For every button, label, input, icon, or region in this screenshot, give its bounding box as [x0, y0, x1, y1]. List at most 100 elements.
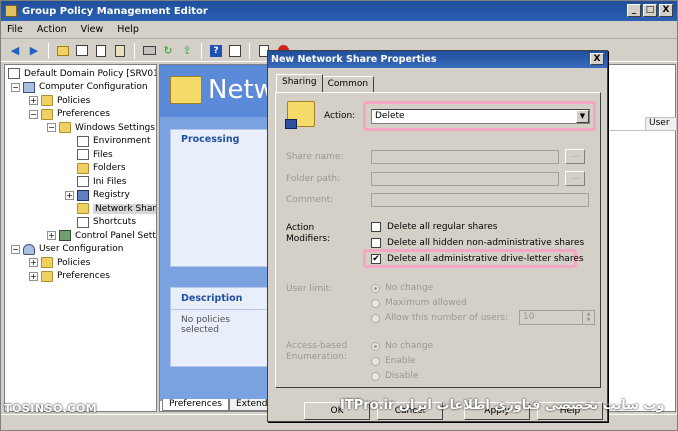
chevron-down-icon[interactable]: ▼: [576, 110, 589, 123]
show-hide-tree-icon[interactable]: [74, 43, 90, 59]
maximize-button[interactable]: □: [643, 4, 657, 17]
delete-hidden-shares-checkbox[interactable]: [371, 238, 381, 248]
registry-icon: [77, 189, 89, 201]
title-bar: Group Policy Management Editor _ □ X: [1, 1, 677, 21]
tree-item-windows-settings[interactable]: − Windows Settings: [5, 121, 156, 135]
column-header-user[interactable]: User: [645, 117, 677, 131]
expand-icon[interactable]: +: [29, 271, 38, 281]
back-icon[interactable]: ◀: [7, 43, 23, 59]
abe-enable[interactable]: Enable: [371, 356, 416, 366]
menu-bar: File Action View Help: [1, 21, 677, 39]
tree-item-user-preferences[interactable]: + Preferences: [5, 270, 156, 284]
paste-icon[interactable]: [112, 43, 128, 59]
user-icon: [23, 243, 35, 255]
action-label: Action:: [324, 111, 356, 121]
user-limit-no-change[interactable]: No change: [371, 283, 433, 293]
help-icon[interactable]: ?: [208, 43, 224, 59]
shortcut-icon: [77, 216, 89, 228]
collapse-icon[interactable]: −: [47, 123, 56, 133]
share-name-label: Share name:: [286, 152, 344, 162]
user-count-spinner[interactable]: 10 ▲ ▼: [519, 310, 595, 325]
action-select[interactable]: Delete ▼: [371, 109, 590, 124]
comment-label: Comment:: [286, 195, 334, 205]
radio-icon[interactable]: [371, 371, 380, 381]
menu-file[interactable]: File: [7, 24, 23, 35]
user-limit-maximum-allowed[interactable]: Maximum allowed: [371, 298, 467, 308]
collapse-icon[interactable]: −: [29, 109, 38, 119]
network-share-properties-dialog: New Network Share Properties X Sharing C…: [267, 50, 608, 422]
spinner-arrows-icon[interactable]: ▲ ▼: [582, 311, 594, 324]
radio-icon[interactable]: [371, 341, 380, 351]
dialog-title-bar: New Network Share Properties X: [268, 51, 607, 68]
environment-icon: [77, 135, 89, 147]
dialog-tabs: Sharing Common: [276, 74, 375, 92]
no-policies-text: No policies selected: [181, 315, 230, 335]
collapse-icon[interactable]: −: [11, 82, 20, 92]
collapse-icon[interactable]: −: [11, 244, 20, 254]
refresh-icon[interactable]: ↻: [160, 43, 176, 59]
tree-item-files[interactable]: Files: [5, 148, 156, 162]
tree-item-computer-configuration[interactable]: − Computer Configuration: [5, 81, 156, 95]
tree-item-ini-files[interactable]: Ini Files: [5, 175, 156, 189]
tree-item-registry[interactable]: + Registry: [5, 189, 156, 203]
control-panel-icon: [59, 230, 71, 242]
delete-regular-shares-checkbox[interactable]: [371, 222, 381, 232]
export-icon[interactable]: ⇪: [179, 43, 195, 59]
expand-icon[interactable]: +: [47, 231, 56, 241]
tree-item-root[interactable]: Default Domain Policy [SRV01.N: [5, 67, 156, 81]
user-limit-allow-number[interactable]: Allow this number of users:: [371, 313, 508, 323]
copy-icon[interactable]: [93, 43, 109, 59]
print-icon[interactable]: [141, 43, 157, 59]
expand-icon[interactable]: +: [65, 190, 74, 200]
radio-icon[interactable]: [371, 356, 380, 366]
tree-item-environment[interactable]: Environment: [5, 135, 156, 149]
share-name-browse-button[interactable]: ...: [565, 149, 585, 164]
description-box: Description No policies selected: [170, 287, 273, 367]
delete-hidden-shares-row[interactable]: Delete all hidden non-administrative sha…: [371, 238, 584, 248]
menu-help[interactable]: Help: [117, 24, 139, 35]
delete-regular-shares-row[interactable]: Delete all regular shares: [371, 222, 497, 232]
abe-no-change[interactable]: No change: [371, 341, 433, 351]
action-select-value: Delete: [375, 111, 405, 121]
radio-icon[interactable]: [371, 313, 380, 323]
tree-item-user-configuration[interactable]: − User Configuration: [5, 243, 156, 257]
folder-path-label: Folder path:: [286, 174, 341, 184]
forward-icon[interactable]: ▶: [26, 43, 42, 59]
dialog-close-button[interactable]: X: [590, 53, 604, 65]
menu-action[interactable]: Action: [37, 24, 67, 35]
expand-icon[interactable]: +: [29, 258, 38, 268]
abe-disable[interactable]: Disable: [371, 371, 418, 381]
tree-item-policies[interactable]: + Policies: [5, 94, 156, 108]
tree-item-folders[interactable]: Folders: [5, 162, 156, 176]
tree-item-shortcuts[interactable]: Shortcuts: [5, 216, 156, 230]
delete-admin-shares-checkbox[interactable]: ✔: [371, 254, 381, 264]
delete-admin-shares-row[interactable]: ✔ Delete all administrative drive-letter…: [371, 254, 584, 264]
tree-item-control-panel-settings[interactable]: + Control Panel Settin: [5, 229, 156, 243]
menu-view[interactable]: View: [81, 24, 104, 35]
ini-file-icon: [77, 176, 89, 188]
tree-item-preferences[interactable]: − Preferences: [5, 108, 156, 122]
gpo-icon: [8, 68, 20, 80]
dialog-title: New Network Share Properties: [271, 54, 437, 65]
properties-icon[interactable]: [227, 43, 243, 59]
tab-preferences[interactable]: Preferences: [162, 399, 229, 411]
tree-item-user-policies[interactable]: + Policies: [5, 256, 156, 270]
folder-path-browse-button[interactable]: ...: [565, 171, 585, 186]
folder-path-field[interactable]: [371, 172, 559, 186]
up-folder-icon[interactable]: [55, 43, 71, 59]
action-modifiers-label: Action Modifiers:: [286, 223, 331, 244]
tab-common[interactable]: Common: [321, 76, 375, 92]
tab-sharing[interactable]: Sharing: [276, 74, 323, 92]
window-title: Group Policy Management Editor: [22, 5, 208, 17]
network-share-icon: [77, 203, 89, 215]
close-button[interactable]: X: [659, 4, 673, 17]
radio-icon[interactable]: [371, 298, 380, 308]
folder-icon: [59, 122, 71, 134]
tree-item-network-shares[interactable]: Network Shares: [5, 202, 156, 216]
comment-field[interactable]: [371, 193, 589, 207]
console-tree[interactable]: Default Domain Policy [SRV01.N − Computer…: [4, 64, 157, 412]
share-name-field[interactable]: [371, 150, 559, 164]
expand-icon[interactable]: +: [29, 96, 38, 106]
minimize-button[interactable]: _: [627, 4, 641, 17]
radio-icon[interactable]: [371, 283, 380, 293]
